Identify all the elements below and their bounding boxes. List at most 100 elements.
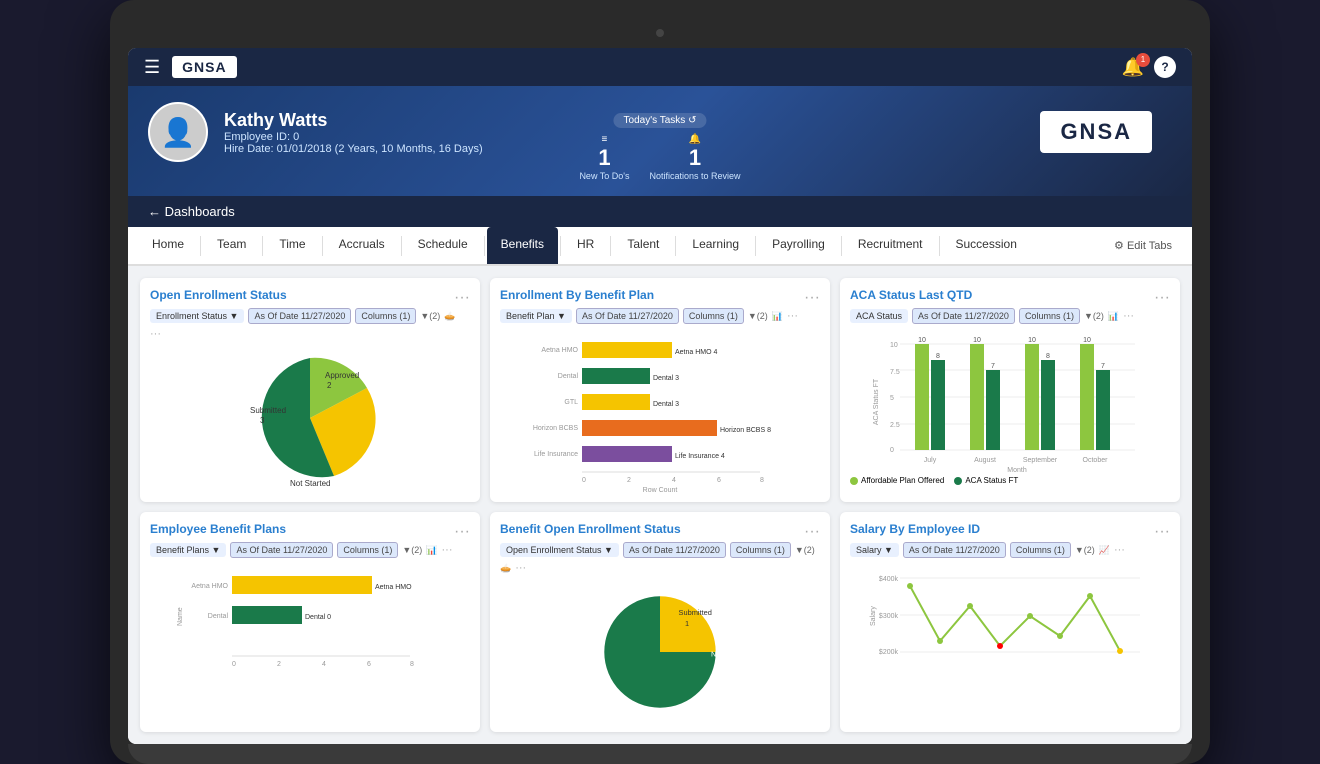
svg-text:1: 1 <box>685 619 689 628</box>
as-of-date-btn[interactable]: As Of Date 11/27/2020 <box>912 308 1015 324</box>
svg-text:Aetna HMO 4: Aetna HMO 4 <box>675 349 718 356</box>
help-icon[interactable]: ? <box>1154 56 1176 78</box>
tab-recruitment[interactable]: Recruitment <box>844 227 937 264</box>
svg-text:Dental 0: Dental 0 <box>305 614 331 621</box>
tab-time[interactable]: Time <box>265 227 319 264</box>
svg-text:10: 10 <box>918 337 926 344</box>
tab-team[interactable]: Team <box>203 227 260 264</box>
svg-text:2: 2 <box>627 477 631 484</box>
svg-text:4: 4 <box>322 661 326 668</box>
notification-bell[interactable]: 🔔 1 <box>1122 57 1144 78</box>
aca-chart-svg: 10 7.5 5 2.5 0 10 <box>850 332 1170 472</box>
svg-text:Dental 3: Dental 3 <box>653 401 679 408</box>
benefit-plans-chart: Aetna HMO Dental Aetna HMO Dental 0 0 2 … <box>150 566 470 686</box>
svg-text:Life Insurance: Life Insurance <box>534 451 578 458</box>
chart-type-icon[interactable]: 📊 <box>1108 311 1119 322</box>
as-of-date-btn[interactable]: As Of Date 11/27/2020 <box>623 542 726 558</box>
tab-payrolling[interactable]: Payrolling <box>758 227 839 264</box>
salary-chart-container: $400k $300k $200k <box>850 566 1170 686</box>
card-menu-icon[interactable]: ··· <box>804 289 820 307</box>
legend-dot-aca <box>954 477 962 485</box>
svg-text:7.5: 7.5 <box>890 369 900 376</box>
more-options-icon[interactable]: ··· <box>150 328 161 340</box>
legend-item-aca: ACA Status FT <box>954 476 1018 485</box>
chart-type-icon[interactable]: 🥧 <box>500 563 511 574</box>
as-of-date-btn[interactable]: As Of Date 11/27/2020 <box>576 308 679 324</box>
benefit-plans-svg: Aetna HMO Dental Aetna HMO Dental 0 0 2 … <box>150 566 470 686</box>
enrollment-filter[interactable]: Enrollment Status ▼ <box>150 309 244 323</box>
more-options-icon[interactable]: ··· <box>787 310 798 322</box>
gnsa-logo-hero: GNSA <box>1040 111 1152 153</box>
more-options-icon[interactable]: ··· <box>1123 310 1134 322</box>
tab-talent[interactable]: Talent <box>613 227 673 264</box>
svg-text:Dental: Dental <box>558 373 579 380</box>
tab-learning[interactable]: Learning <box>678 227 753 264</box>
columns-btn[interactable]: Columns (1) <box>1010 542 1071 558</box>
nav-right: 🔔 1 ? <box>1122 56 1176 78</box>
aca-status-card: ACA Status Last QTD ··· ACA Status As Of… <box>840 278 1180 502</box>
salary-chart-svg: $400k $300k $200k <box>850 566 1170 686</box>
salary-filter[interactable]: Salary ▼ <box>850 543 899 557</box>
tab-hr[interactable]: HR <box>563 227 608 264</box>
chart-type-icon[interactable]: 📈 <box>1099 545 1110 556</box>
hamburger-icon[interactable]: ☰ <box>144 57 160 78</box>
card-menu-icon[interactable]: ··· <box>804 523 820 541</box>
card-menu-icon[interactable]: ··· <box>454 289 470 307</box>
filter-icon[interactable]: ▼(2) <box>1075 545 1095 555</box>
open-enrollment-filter[interactable]: Open Enrollment Status ▼ <box>500 543 619 557</box>
svg-text:Row Count: Row Count <box>643 487 678 492</box>
tab-divider <box>560 236 561 256</box>
filter-icon[interactable]: ▼(2) <box>1084 311 1104 321</box>
svg-text:3: 3 <box>260 416 265 425</box>
card-menu-icon[interactable]: ··· <box>454 523 470 541</box>
aca-filter[interactable]: ACA Status <box>850 309 908 323</box>
edit-tabs-button[interactable]: ⚙ Edit Tabs <box>1104 233 1182 258</box>
svg-text:ACA Status FT: ACA Status FT <box>873 378 880 425</box>
columns-btn[interactable]: Columns (1) <box>683 308 744 324</box>
tab-succession[interactable]: Succession <box>942 227 1031 264</box>
more-options-icon[interactable]: ··· <box>442 544 453 556</box>
tasks-panel: Today's Tasks ↺ ≡ 1 New To Do's 🔔 1 Noti… <box>579 110 740 181</box>
gnsa-logo: GNSA <box>172 56 236 78</box>
chart-type-icon[interactable]: 📊 <box>426 545 437 556</box>
columns-btn[interactable]: Columns (1) <box>337 542 398 558</box>
card-menu-icon[interactable]: ··· <box>1154 523 1170 541</box>
tab-divider <box>755 236 756 256</box>
bell-badge: 1 <box>1136 53 1150 67</box>
nav-left: ☰ GNSA <box>144 56 237 78</box>
plan-filter[interactable]: Benefit Plan ▼ <box>500 309 572 323</box>
aca-status-title: ACA Status Last QTD <box>850 288 972 302</box>
svg-text:GTL: GTL <box>564 399 578 406</box>
more-options-icon[interactable]: ··· <box>1114 544 1125 556</box>
filter-icon[interactable]: ▼(2) <box>748 311 768 321</box>
new-todos[interactable]: ≡ 1 New To Do's <box>579 134 629 181</box>
notifications[interactable]: 🔔 1 Notifications to Review <box>650 134 741 181</box>
notifications-count: 1 <box>650 145 741 171</box>
svg-text:$400k: $400k <box>879 576 899 583</box>
svg-text:2.5: 2.5 <box>890 422 900 429</box>
open-enrollment-pie: Submitted 1 New 3 <box>500 582 820 722</box>
more-options-icon[interactable]: ··· <box>515 562 526 574</box>
as-of-date-btn[interactable]: As Of Date 11/27/2020 <box>903 542 1006 558</box>
filter-icon[interactable]: ▼(2) <box>795 545 815 555</box>
columns-btn[interactable]: Columns (1) <box>730 542 791 558</box>
back-to-dashboards[interactable]: ← Dashboards <box>148 204 235 219</box>
svg-text:8: 8 <box>1046 353 1050 360</box>
tab-schedule[interactable]: Schedule <box>404 227 482 264</box>
as-of-date-btn[interactable]: As Of Date 11/27/2020 <box>230 542 333 558</box>
tab-accruals[interactable]: Accruals <box>325 227 399 264</box>
filter-icon[interactable]: ▼(2) <box>402 545 422 555</box>
dashboards-bar[interactable]: ← Dashboards <box>128 196 1192 227</box>
chart-type-icon[interactable]: 🥧 <box>444 311 455 322</box>
columns-btn[interactable]: Columns (1) <box>355 308 416 324</box>
benefit-plans-filter[interactable]: Benefit Plans ▼ <box>150 543 226 557</box>
columns-btn[interactable]: Columns (1) <box>1019 308 1080 324</box>
as-of-date-btn[interactable]: As Of Date 11/27/2020 <box>248 308 351 324</box>
tasks-items: ≡ 1 New To Do's 🔔 1 Notifications to Rev… <box>579 134 740 181</box>
tab-benefits[interactable]: Benefits <box>487 227 558 264</box>
filter-icon[interactable]: ▼(2) <box>420 311 440 321</box>
chart-type-icon[interactable]: 📊 <box>772 311 783 322</box>
tab-home[interactable]: Home <box>138 227 198 264</box>
card-menu-icon[interactable]: ··· <box>1154 289 1170 307</box>
enrollment-pie-chart: Approved 2 Submitted 3 Not Started 5 <box>150 348 470 488</box>
